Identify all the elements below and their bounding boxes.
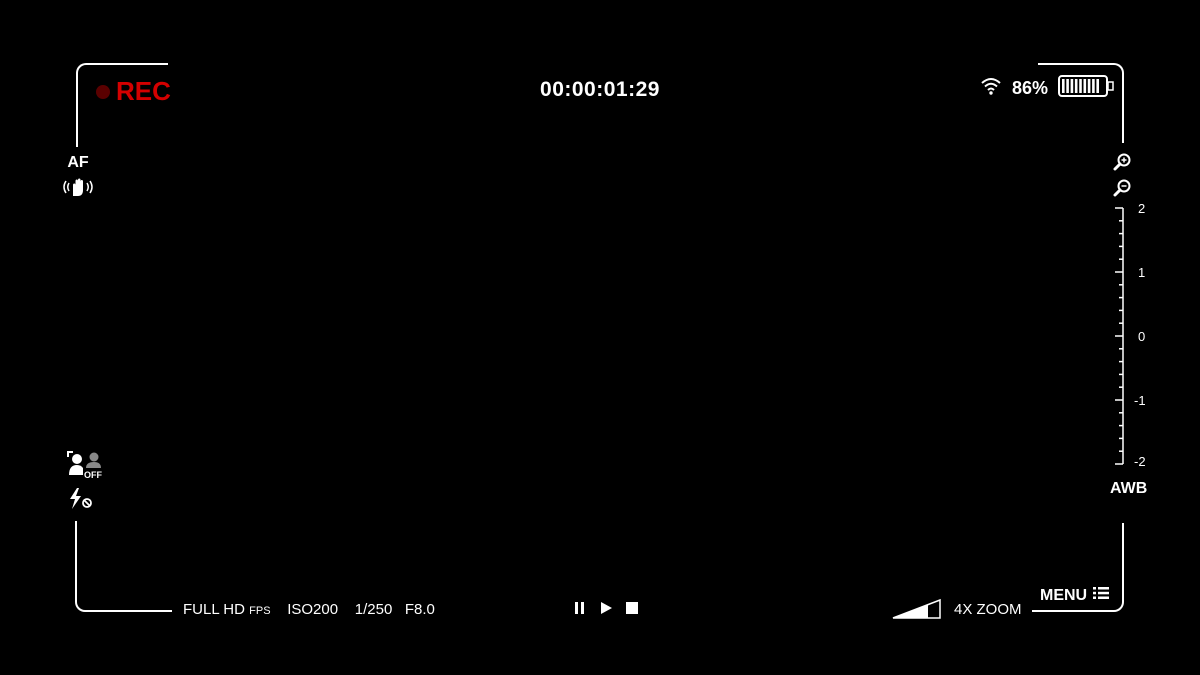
battery-bar — [1070, 79, 1074, 93]
menu-button[interactable]: MENU — [1040, 586, 1110, 605]
shutter-label[interactable]: 1/250 — [355, 601, 393, 618]
battery-bar — [1083, 79, 1087, 93]
battery-bar — [1096, 79, 1099, 93]
pause-icon[interactable] — [573, 601, 587, 620]
iso-label[interactable]: ISO200 — [287, 601, 338, 618]
battery-percent: 86% — [1011, 78, 1048, 98]
menu-list-icon — [1093, 586, 1110, 605]
frame-bottom-left — [75, 521, 172, 612]
face-detection-state: OFF — [84, 470, 102, 480]
exposure-tick-label: 1 — [1138, 265, 1146, 280]
battery-bar — [1079, 79, 1082, 93]
zoom-in-icon[interactable] — [1112, 152, 1132, 177]
fps-label[interactable]: FPS — [249, 605, 270, 617]
play-icon[interactable] — [599, 601, 613, 620]
hand-stabilization-icon — [60, 176, 96, 203]
battery-bar — [1066, 79, 1069, 93]
battery-bar — [1074, 79, 1078, 93]
frame-bottom-right-segment — [1032, 610, 1112, 612]
battery-bar — [1087, 79, 1091, 93]
menu-label: MENU — [1040, 586, 1088, 604]
exposure-tick-label: 0 — [1138, 329, 1146, 344]
playback-controls — [573, 601, 639, 620]
resolution-label[interactable]: FULL HD — [183, 601, 245, 618]
wifi-icon — [980, 77, 1002, 100]
exposure-tick-label: 2 — [1138, 201, 1146, 216]
zoom-label: 4X ZOOM — [954, 601, 1022, 618]
exposure-scale: 2 1 0 -1 -2 — [1110, 200, 1170, 475]
battery-bar — [1062, 79, 1065, 93]
exposure-tick-label: -1 — [1134, 393, 1146, 408]
af-label[interactable]: AF — [62, 154, 94, 172]
face-detection-off-icon[interactable]: OFF — [66, 450, 106, 485]
zoom-level-icon — [892, 598, 942, 625]
awb-label[interactable]: AWB — [1110, 480, 1147, 498]
flash-off-icon[interactable] — [68, 488, 94, 515]
battery-bar — [1092, 79, 1095, 93]
frame-bottom-right-corner — [1112, 523, 1124, 612]
status-area: 86% — [980, 75, 1114, 102]
exposure-tick-label: -2 — [1134, 454, 1146, 469]
aperture-label[interactable]: F8.0 — [405, 601, 435, 618]
camera-settings-bar: FULL HD FPS ISO200 1/250 F8.0 — [183, 601, 435, 618]
stop-icon[interactable] — [625, 601, 639, 620]
battery-icon — [1058, 75, 1114, 102]
